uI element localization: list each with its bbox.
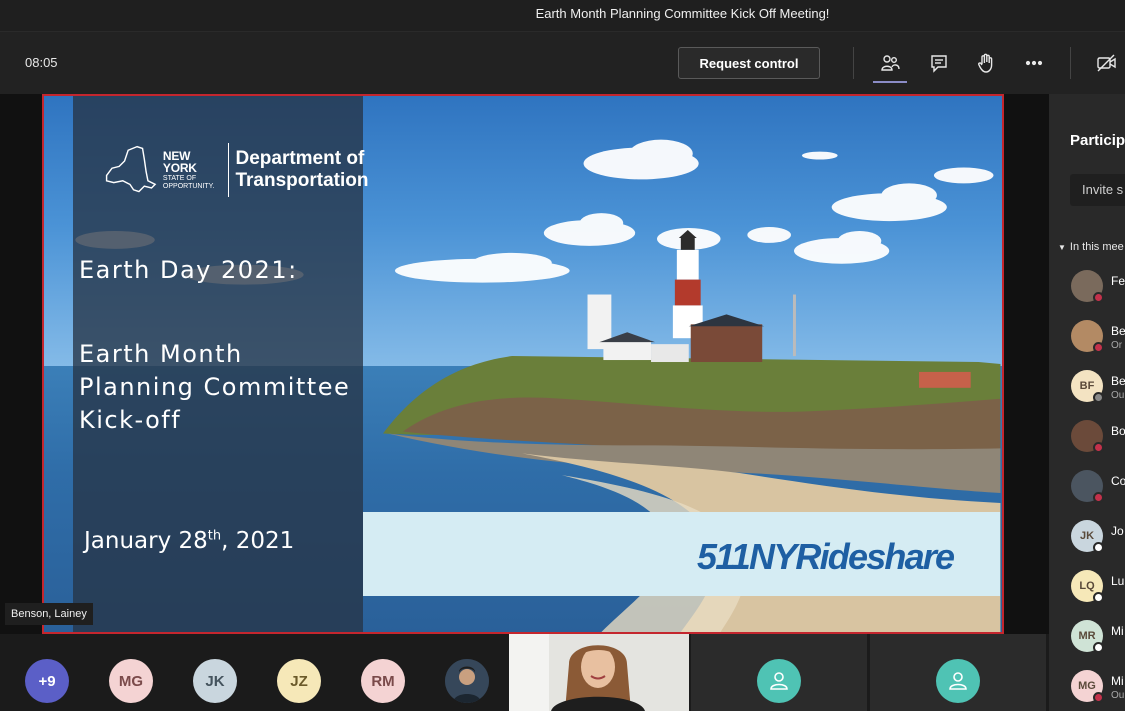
invite-input[interactable]: Invite s <box>1070 174 1125 206</box>
new-york-state-map-icon <box>105 145 157 193</box>
avatar[interactable]: RM <box>361 659 405 703</box>
participant-tile[interactable] <box>870 634 1046 711</box>
presence-status-icon <box>1093 392 1104 403</box>
avatar[interactable]: MG <box>109 659 153 703</box>
toolbar-divider <box>1070 47 1071 79</box>
participant-name: Be <box>1111 374 1125 388</box>
participant-list-item[interactable]: MR Mi <box>1071 620 1125 656</box>
participant-list-item[interactable]: Be Or <box>1071 320 1125 356</box>
participant-name: Be <box>1111 324 1125 338</box>
participant-list-item[interactable]: Bo <box>1071 420 1125 456</box>
participants-panel-title: Particip <box>1070 132 1125 149</box>
participant-gallery: +9 MG JK JZ RM <box>0 634 1049 711</box>
person-icon <box>949 672 967 690</box>
participant-list-item[interactable]: LQ Lu <box>1071 570 1125 606</box>
participants-icon[interactable] <box>875 49 905 77</box>
slide-subheading-line: Earth Month <box>79 340 243 368</box>
participant-name: Lu <box>1111 574 1125 588</box>
in-meeting-label: In this mee <box>1069 241 1124 253</box>
avatar <box>757 659 801 703</box>
participant-tile[interactable] <box>691 634 867 711</box>
participant-role: Ou <box>1111 690 1125 701</box>
rideshare-banner: 511NYRideshare <box>363 512 1000 596</box>
date-ordinal: th <box>207 528 222 544</box>
participant-list-item[interactable]: BF Be Ou <box>1071 370 1125 406</box>
participant-list-item[interactable]: JK Jo <box>1071 520 1125 556</box>
dept-line-1: Department of <box>235 148 365 169</box>
participant-video-feed <box>509 634 689 711</box>
slide-subheading-line: Planning Committee <box>79 373 351 401</box>
presence-status-icon <box>1093 292 1104 303</box>
ny-sub-text-1: STATE OF <box>162 175 197 182</box>
date-year: , 2021 <box>221 528 295 554</box>
more-options-icon[interactable] <box>1019 49 1049 77</box>
toolbar-divider <box>853 47 854 79</box>
avatar[interactable]: JZ <box>277 659 321 703</box>
participant-list-item[interactable]: Fe <box>1071 270 1125 306</box>
camera-off-icon[interactable] <box>1092 49 1122 77</box>
slide-date: January 28th, 2021 <box>84 528 294 554</box>
presence-status-icon <box>1093 442 1104 453</box>
participant-name: Mi <box>1111 624 1124 638</box>
overflow-participants-button[interactable]: +9 <box>25 659 69 703</box>
presence-status-icon <box>1093 692 1104 703</box>
avatar[interactable] <box>445 659 489 703</box>
presence-status-icon <box>1093 592 1104 603</box>
avatar[interactable]: JK <box>193 659 237 703</box>
participant-list-item[interactable]: MG Mi Ou <box>1071 670 1125 706</box>
slide-subheading-line: Kick-off <box>79 406 182 434</box>
participant-list-item[interactable]: Co <box>1071 470 1125 506</box>
presence-status-icon <box>1093 492 1104 503</box>
presence-status-icon <box>1093 542 1104 553</box>
participant-name: Bo <box>1111 424 1125 438</box>
dept-line-2: Transportation <box>235 170 369 191</box>
in-meeting-section-header[interactable]: ▼ In this mee <box>1058 241 1124 253</box>
nysdot-logo: NEW YORK STATE OF OPPORTUNITY. Departmen… <box>103 142 369 198</box>
meeting-title: Earth Month Planning Committee Kick Off … <box>535 6 830 21</box>
ny-sub-text-2: OPPORTUNITY. <box>162 183 215 190</box>
date-prefix: January 28 <box>84 528 208 554</box>
presence-status-icon <box>1093 642 1104 653</box>
participant-name: Mi <box>1111 674 1124 688</box>
shared-slide: NEW YORK STATE OF OPPORTUNITY. Departmen… <box>42 94 1004 634</box>
participant-video-tile[interactable] <box>509 634 689 711</box>
request-control-button[interactable]: Request control <box>678 47 820 79</box>
presenter-name-tag: Benson, Lainey <box>5 603 93 625</box>
511ny-rideshare-logo: 511NYRideshare <box>697 536 955 577</box>
meeting-timer: 08:05 <box>25 55 58 70</box>
chat-icon[interactable] <box>924 49 954 77</box>
slide-subheading: Earth Month Planning Committee Kick-off <box>79 338 350 437</box>
logo-divider <box>227 143 229 197</box>
slide-heading: Earth Day 2021: <box>79 256 298 284</box>
title-bar: Earth Month Planning Committee Kick Off … <box>0 0 1125 32</box>
participant-role: Ou <box>1111 390 1125 401</box>
presence-status-icon <box>1093 342 1104 353</box>
participant-name: Fe <box>1111 274 1125 288</box>
participants-active-indicator <box>873 81 907 83</box>
avatar <box>936 659 980 703</box>
meeting-toolbar: 08:05 Request control <box>0 32 1125 94</box>
chevron-down-icon: ▼ <box>1058 243 1066 252</box>
participant-name: Co <box>1111 474 1125 488</box>
participant-role: Or <box>1111 340 1123 351</box>
participants-panel: Particip Invite s ▼ In this mee Fe Be Or BF B… <box>1049 94 1125 711</box>
participant-name: Jo <box>1111 524 1124 538</box>
ny-brand-text: NEW YORK <box>162 149 197 175</box>
person-icon <box>770 672 788 690</box>
raise-hand-icon[interactable] <box>971 49 1001 77</box>
